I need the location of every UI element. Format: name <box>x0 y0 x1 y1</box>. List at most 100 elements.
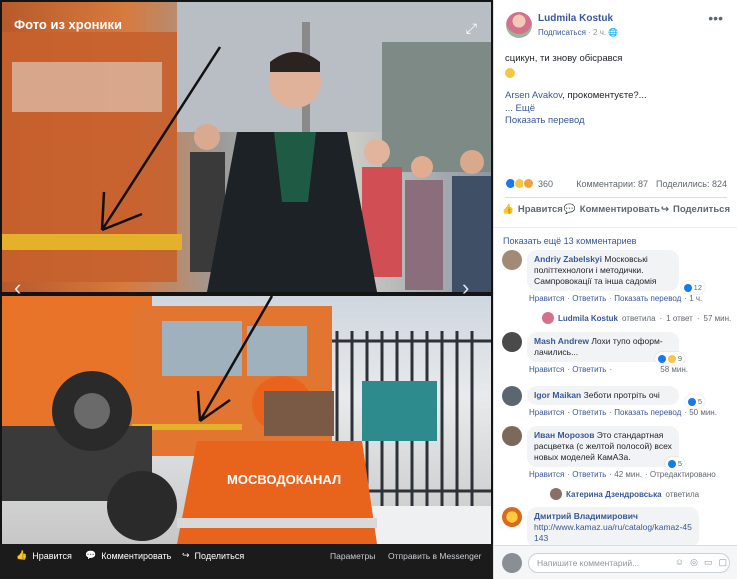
emoji-icon[interactable]: ☺ <box>675 557 684 568</box>
globe-icon: 🌐 <box>608 28 619 37</box>
gif-icon[interactable]: ▭ <box>704 557 713 568</box>
comment-bubble: Иван Морозов Это стандартная расцветка (… <box>527 426 685 470</box>
vest-text: МОСВОДОКАНАЛ <box>227 472 341 487</box>
like-reaction-icon <box>667 459 676 468</box>
comment-reply-link[interactable]: Ответить <box>572 470 606 479</box>
comment-edited[interactable]: Отредактировано <box>650 470 716 479</box>
photo-bottom[interactable]: МОСВОДОКАНАЛ <box>2 296 491 544</box>
avatar[interactable] <box>502 332 522 352</box>
viewer-share-button[interactable]: ↪ Поделиться <box>182 550 244 561</box>
avatar[interactable] <box>502 250 522 270</box>
avatar[interactable] <box>502 426 522 446</box>
comment-meta: Нравится · Ответить · 42 мин. · Отредактиро… <box>529 470 716 479</box>
avatar <box>550 488 562 500</box>
comment-reply-link[interactable]: Ответить <box>572 408 606 417</box>
share-arrow-icon: ↪ <box>661 204 669 215</box>
avatar[interactable] <box>502 507 522 527</box>
reply-summary[interactable]: Катерина Дзендровська ответила <box>550 488 699 500</box>
comment-time[interactable]: 58 мин. <box>660 365 688 374</box>
like-button[interactable]: 👍 Нравится <box>502 204 563 215</box>
comments-count[interactable]: Комментарии: 87 <box>576 179 648 189</box>
post-author[interactable]: Ludmila Kostuk <box>538 13 613 24</box>
viewer-title: Фото из хроники <box>14 17 122 32</box>
commenter-name[interactable]: Иван Морозов <box>534 430 594 440</box>
commenter-name[interactable]: Andriy Zabelskyi <box>534 254 602 264</box>
follow-link[interactable]: Подписаться <box>538 28 586 37</box>
comment-likes: 5 <box>677 459 682 468</box>
comment-reactions[interactable]: 5 <box>684 395 705 408</box>
reply-action: ответила <box>622 313 656 323</box>
photo-top[interactable] <box>2 2 491 292</box>
comment-like-link[interactable]: Нравится <box>529 365 564 374</box>
comment-time[interactable]: 42 мин. <box>614 470 642 479</box>
share-arrow-icon: ↪ <box>182 550 190 560</box>
share-button-label: Поделиться <box>672 204 730 215</box>
thumbs-up-icon: 👍 <box>16 550 28 560</box>
comment-likes: 9 <box>677 354 682 363</box>
comment-translate-link[interactable]: Показать перевод <box>614 408 681 417</box>
comment-like-link[interactable]: Нравится <box>529 294 564 303</box>
mention-link[interactable]: Arsen Avakov <box>505 90 562 101</box>
comment-reactions[interactable]: 9 <box>654 352 685 365</box>
comment-like-link[interactable]: Нравится <box>529 408 564 417</box>
like-reaction-icon <box>657 354 666 363</box>
wow-reaction-icon[interactable] <box>523 178 534 189</box>
comment-item: Igor Maikan Зеботи протріть очі 5 Нравит… <box>502 386 720 417</box>
shares-count[interactable]: Поделились: 824 <box>656 179 727 189</box>
show-more-comments-link[interactable]: Показать ещё 13 комментариев <box>503 236 636 246</box>
post-text-line1: сцикун, ти знову обісрався <box>505 53 623 64</box>
viewer-comment-button[interactable]: 💬 Комментировать <box>85 550 171 561</box>
comment-reply-link[interactable]: Ответить <box>572 365 606 374</box>
commenter-name[interactable]: Igor Maikan <box>534 390 581 400</box>
comment-reactions[interactable]: 12 <box>680 281 705 294</box>
viewer-comment-label: Комментировать <box>101 550 172 561</box>
laughing-emoji-icon <box>505 67 515 78</box>
viewer-params-link[interactable]: Параметры <box>330 551 375 561</box>
avatar[interactable] <box>502 386 522 406</box>
comment-reactions[interactable]: 5 <box>664 457 685 470</box>
comment-meta: Нравится · Ответить · Показать перевод · 50… <box>529 408 717 417</box>
comment-time[interactable]: 1 ч. <box>689 294 702 303</box>
avatar <box>502 553 522 573</box>
reactions-count[interactable]: 360 <box>538 179 553 189</box>
see-more-link[interactable]: ... Ещё <box>505 103 535 114</box>
comment-likes: 12 <box>693 283 702 292</box>
like-button-label: Нравится <box>517 204 563 215</box>
comment-meta: Нравится · Ответить · Показать перевод · 1 … <box>529 294 703 303</box>
reply-count: 1 ответ <box>666 313 693 323</box>
viewer-share-label: Поделиться <box>194 550 245 561</box>
composer-icons: ☺ ◎ ▭ ▢ <box>675 557 727 568</box>
viewer-footer <box>0 544 493 579</box>
reply-time: 57 мин. <box>703 313 732 323</box>
comment-link[interactable]: http://www.kamaz.ua/ru/catalog/kamaz-451… <box>534 522 692 544</box>
reply-action: ответила <box>665 489 700 499</box>
comment-reply-link[interactable]: Ответить <box>572 294 606 303</box>
reply-summary[interactable]: Ludmila Kostuk ответила · 1 ответ · 57 мин… <box>542 312 731 324</box>
author-avatar[interactable] <box>506 12 532 38</box>
comment-button-label: Комментировать <box>579 204 660 215</box>
camera-icon[interactable]: ◎ <box>690 557 698 568</box>
haha-reaction-icon <box>667 354 676 363</box>
reply-author: Катерина Дзендровська <box>566 489 662 499</box>
comment-item: Mash Andrew Лохи тупо оформ­лачились... … <box>502 332 691 374</box>
comments-section: Показать ещё 13 комментариев Andriy Zabe… <box>494 227 737 548</box>
comment-translate-link[interactable]: Показать перевод <box>614 294 681 303</box>
viewer-messenger-link[interactable]: Отправить в Messenger <box>388 551 481 561</box>
commenter-name[interactable]: Mash Andrew <box>534 336 589 346</box>
more-options-icon[interactable]: ••• <box>708 10 723 26</box>
expand-icon[interactable]: ⤢ <box>466 20 477 37</box>
commenter-name[interactable]: Дмитрий Владимирович <box>534 511 692 522</box>
post-text: сцикун, ти знову обісрався Arsen Avakov,… <box>505 53 727 128</box>
like-reaction-icon <box>683 283 692 292</box>
comment-like-link[interactable]: Нравится <box>529 470 564 479</box>
viewer-like-button[interactable]: 👍 Нравится <box>16 550 72 561</box>
post-panel: Ludmila Kostuk Подписаться · 2 ч. 🌐 ••• … <box>493 0 737 579</box>
comment-time[interactable]: 50 мин. <box>689 408 717 417</box>
translate-link[interactable]: Показать перевод <box>505 115 585 126</box>
sticker-icon[interactable]: ▢ <box>718 557 727 568</box>
share-button[interactable]: ↪ Поделиться <box>661 204 730 215</box>
comment-button[interactable]: 💬 Комментировать <box>564 204 660 215</box>
viewer-like-label: Нравится <box>32 550 72 561</box>
post-time[interactable]: 2 ч. <box>593 28 606 37</box>
comment-likes: 5 <box>697 397 702 406</box>
